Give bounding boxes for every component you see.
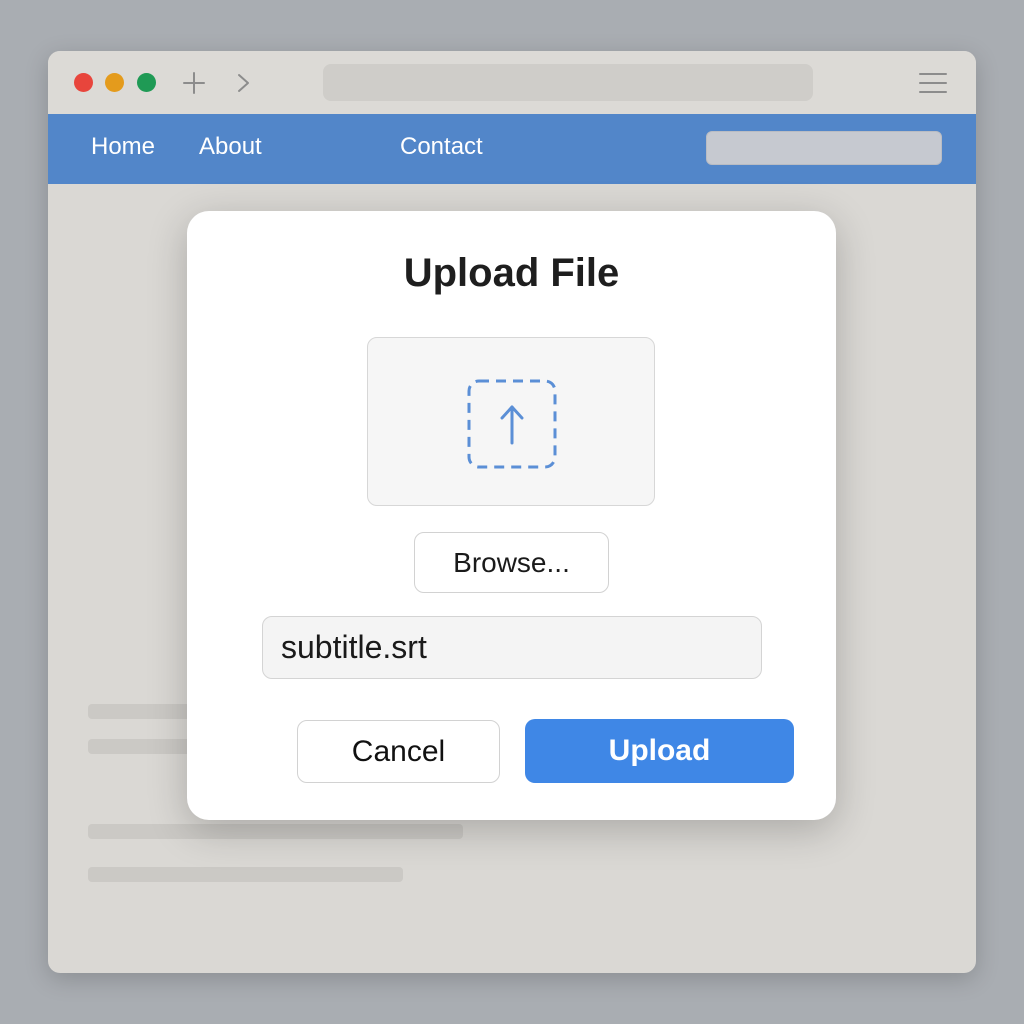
upload-dialog: Upload File Browse... subtitle.srt Cance… xyxy=(187,211,836,820)
nav-link-about[interactable]: About xyxy=(199,133,262,161)
file-dropzone[interactable] xyxy=(367,337,655,506)
nav-search-input[interactable] xyxy=(706,131,942,165)
dialog-title: Upload File xyxy=(403,251,620,295)
browser-titlebar xyxy=(48,51,976,114)
close-window-button[interactable] xyxy=(74,73,93,92)
cancel-button[interactable]: Cancel xyxy=(297,720,500,783)
placeholder-text-line xyxy=(88,824,463,839)
site-navbar: Home About Contact xyxy=(48,114,976,184)
menu-icon[interactable] xyxy=(918,71,948,95)
maximize-window-button[interactable] xyxy=(137,73,156,92)
upload-button[interactable]: Upload xyxy=(525,719,794,783)
plus-icon[interactable] xyxy=(182,71,206,95)
chevron-right-icon[interactable] xyxy=(234,71,254,95)
nav-link-contact[interactable]: Contact xyxy=(400,133,483,161)
upload-arrow-icon xyxy=(467,379,557,469)
minimize-window-button[interactable] xyxy=(105,73,124,92)
placeholder-text-line xyxy=(88,867,403,882)
nav-link-home[interactable]: Home xyxy=(91,133,155,161)
filename-field[interactable]: subtitle.srt xyxy=(262,616,762,679)
browse-button[interactable]: Browse... xyxy=(414,532,609,593)
address-bar[interactable] xyxy=(323,64,813,101)
